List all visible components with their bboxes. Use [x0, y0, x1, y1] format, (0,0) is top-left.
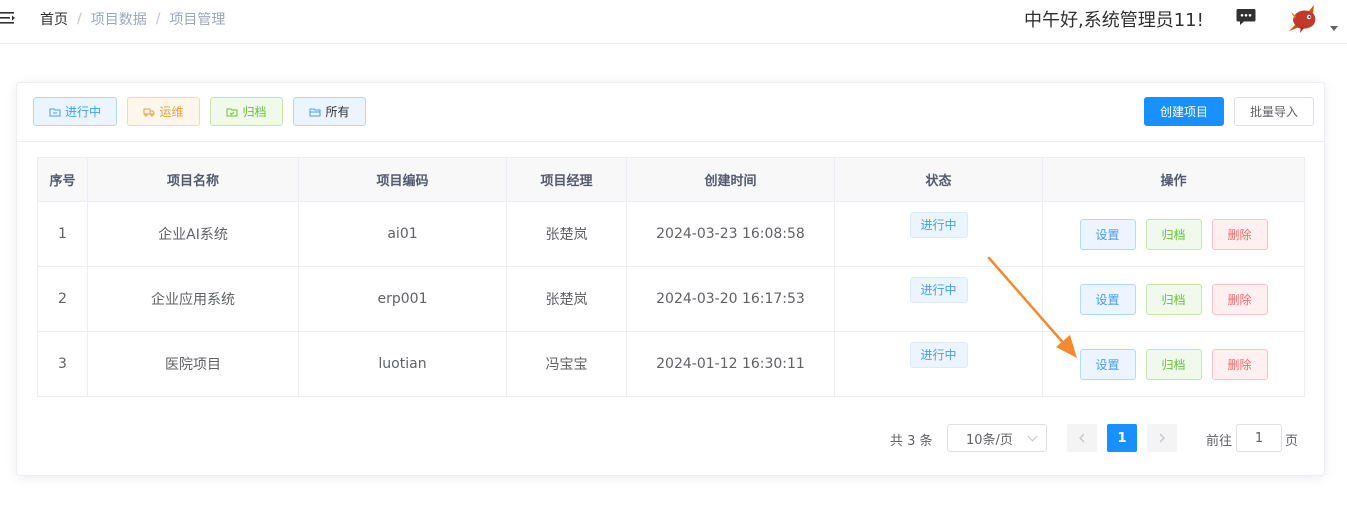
cell-index: 2	[37, 266, 88, 332]
column-header: 序号	[37, 157, 88, 202]
goto-page-input[interactable]	[1236, 424, 1282, 452]
filter-label: 进行中	[64, 105, 101, 119]
column-header: 创建时间	[626, 157, 835, 202]
project-card: 进行中 运维 归档 所有 创建项目 批量导入 序号 项目名称 项目编码 项目经理	[16, 82, 1325, 476]
settings-button[interactable]: 设置	[1079, 218, 1136, 250]
table-row: 3 医院项目 luotian 冯宝宝 2024-01-12 16:30:11 进…	[37, 331, 1305, 397]
filter-label: 所有	[325, 105, 350, 119]
column-header: 项目编码	[298, 157, 507, 202]
prev-page-button[interactable]	[1067, 424, 1097, 452]
hamburger-icon[interactable]	[0, 10, 16, 26]
cell-project-name: 企业应用系统	[87, 266, 299, 332]
cell-created-time: 2024-01-12 16:30:11	[626, 331, 835, 397]
table-row: 2 企业应用系统 erp001 张楚岚 2024-03-20 16:17:53 …	[37, 266, 1305, 332]
delete-button[interactable]: 删除	[1211, 348, 1268, 380]
breadcrumb-project-management: 项目管理	[169, 12, 226, 28]
cell-project-name: 企业AI系统	[87, 201, 299, 267]
breadcrumb-separator: /	[77, 11, 82, 27]
folder-open-icon	[309, 108, 321, 116]
settings-button[interactable]: 设置	[1079, 283, 1136, 315]
chevron-down-icon[interactable]	[1330, 26, 1338, 31]
filter-label: 运维	[159, 105, 184, 119]
archive-folder-icon	[226, 108, 238, 116]
column-header: 状态	[834, 157, 1043, 202]
table-header-row: 序号 项目名称 项目编码 项目经理 创建时间 状态 操作	[37, 157, 1305, 202]
cell-index: 3	[37, 331, 88, 397]
archive-button[interactable]: 归档	[1145, 283, 1202, 315]
archive-button[interactable]: 归档	[1145, 348, 1202, 380]
cell-manager: 张楚岚	[506, 266, 627, 332]
filter-archive-button[interactable]: 归档	[210, 97, 283, 126]
filter-in-progress-button[interactable]: 进行中	[33, 97, 117, 126]
page-size-select[interactable]: 10条/页	[947, 424, 1047, 452]
goto-label: 前往	[1206, 434, 1233, 449]
cell-status: 进行中	[834, 331, 1043, 397]
filter-all-button[interactable]: 所有	[293, 97, 366, 126]
breadcrumb: 首页 / 项目数据 / 项目管理	[40, 9, 225, 29]
goto-unit: 页	[1285, 434, 1299, 449]
cell-project-code: luotian	[298, 331, 507, 397]
avatar[interactable]	[1287, 3, 1321, 35]
card-toolbar: 进行中 运维 归档 所有 创建项目 批量导入	[17, 83, 1324, 142]
chevron-right-icon	[1159, 433, 1165, 443]
cell-created-time: 2024-03-20 16:17:53	[626, 266, 835, 332]
column-header: 操作	[1042, 157, 1305, 202]
project-table: 序号 项目名称 项目编码 项目经理 创建时间 状态 操作 1 企业AI系统 ai…	[37, 157, 1305, 397]
breadcrumb-home[interactable]: 首页	[40, 9, 68, 29]
top-navbar: 首页 / 项目数据 / 项目管理 中午好,系统管理员11!	[0, 0, 1347, 44]
page-number-current[interactable]: 1	[1107, 424, 1137, 452]
cell-status: 进行中	[834, 266, 1043, 332]
cell-actions: 设置 归档 删除	[1042, 266, 1305, 332]
column-header: 项目名称	[87, 157, 299, 202]
chevron-left-icon	[1079, 433, 1085, 443]
cell-index: 1	[37, 201, 88, 267]
cell-project-code: erp001	[298, 266, 507, 332]
cell-project-name: 医院项目	[87, 331, 299, 397]
status-badge: 进行中	[909, 342, 968, 368]
truck-icon	[143, 108, 155, 116]
create-project-button[interactable]: 创建项目	[1144, 97, 1224, 126]
greeting-text: 中午好,系统管理员11!	[1024, 10, 1204, 31]
cell-actions: 设置 归档 删除	[1042, 201, 1305, 267]
archive-button[interactable]: 归档	[1145, 218, 1202, 250]
filter-ops-button[interactable]: 运维	[127, 97, 200, 126]
page-size-value: 10条/页	[966, 432, 1013, 448]
breadcrumb-project-data: 项目数据	[90, 12, 147, 28]
delete-button[interactable]: 删除	[1211, 218, 1268, 250]
cell-actions: 设置 归档 删除	[1042, 331, 1305, 397]
cell-project-code: ai01	[298, 201, 507, 267]
chat-icon[interactable]	[1236, 8, 1256, 26]
status-badge: 进行中	[909, 277, 968, 303]
cell-manager: 张楚岚	[506, 201, 627, 267]
next-page-button[interactable]	[1147, 424, 1177, 452]
breadcrumb-separator: /	[155, 11, 161, 27]
settings-button[interactable]: 设置	[1079, 348, 1136, 380]
cell-status: 进行中	[834, 201, 1043, 267]
chevron-down-icon	[1027, 431, 1038, 442]
table-row: 1 企业AI系统 ai01 张楚岚 2024-03-23 16:08:58 进行…	[37, 201, 1305, 267]
cell-manager: 冯宝宝	[506, 331, 627, 397]
pagination-total: 共 3 条	[890, 434, 933, 449]
filter-label: 归档	[242, 105, 267, 119]
cell-created-time: 2024-03-23 16:08:58	[626, 201, 835, 267]
folder-icon	[49, 108, 61, 116]
column-header: 项目经理	[506, 157, 627, 202]
delete-button[interactable]: 删除	[1211, 283, 1268, 315]
batch-import-button[interactable]: 批量导入	[1234, 97, 1314, 126]
status-badge: 进行中	[909, 212, 968, 238]
